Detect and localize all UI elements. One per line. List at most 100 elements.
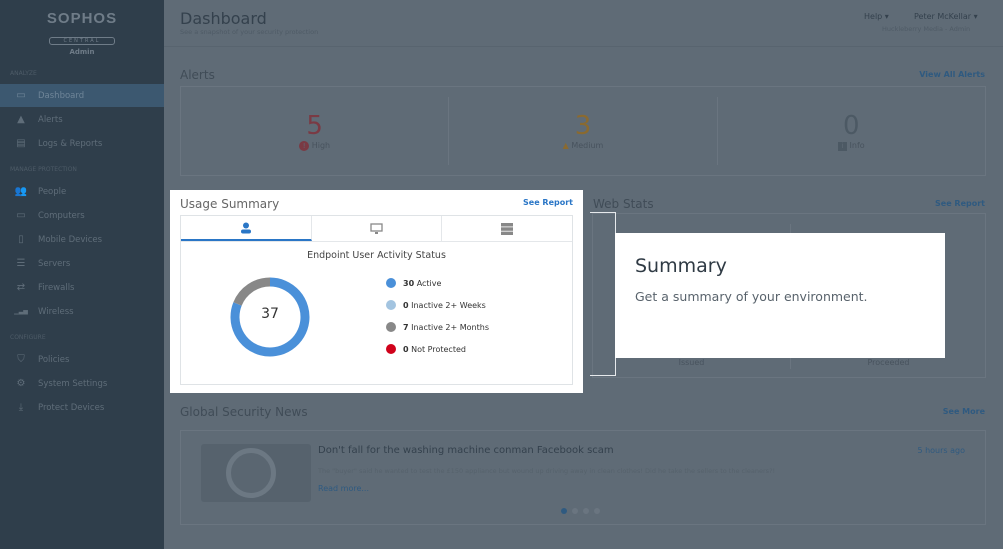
sidebar-item-label: Protect Devices: [38, 402, 105, 413]
legend-count: 0: [403, 344, 409, 354]
web-stat-issued: Issued: [678, 358, 705, 367]
sidebar-item-computers[interactable]: ▭ Computers: [0, 204, 164, 227]
sidebar-item-mobile-devices[interactable]: ▯ Mobile Devices: [0, 228, 164, 251]
alert-high[interactable]: 5! High: [181, 97, 450, 165]
tooltip-text: Get a summary of your environment.: [635, 289, 868, 304]
sidebar-item-label: People: [38, 186, 67, 197]
user-icon: [240, 222, 251, 233]
sidebar-item-system-settings[interactable]: ⚙ System Settings: [0, 372, 164, 395]
warning-icon: ▲: [562, 141, 569, 150]
usage-tabs: [181, 216, 572, 242]
sidebar: SOPHOS CENTRAL Admin ANALYZE ▭ Dashboard ▲ A…: [0, 0, 164, 549]
web-stats-see-report-link[interactable]: See Report: [935, 199, 985, 208]
summary-tooltip: Summary Get a summary of your environmen…: [615, 233, 945, 358]
legend-count: 0: [403, 300, 409, 310]
people-icon: 👥: [14, 186, 28, 197]
news-panel: Don't fall for the washing machine conma…: [180, 430, 986, 525]
error-icon: !: [299, 141, 310, 151]
donut-total-value: 37: [261, 306, 279, 322]
sidebar-item-label: Mobile Devices: [38, 234, 103, 245]
download-icon: ⤓: [18, 402, 24, 413]
org-label: Huckleberry Media - Admin: [882, 25, 971, 33]
sidebar-item-people[interactable]: 👥 People: [0, 180, 164, 203]
chart-legend: 30 Active 0 Inactive 2+ Weeks 7 Inactive 2…: [386, 272, 489, 360]
legend-label: Active: [416, 278, 442, 288]
alert-label: Info: [849, 141, 865, 150]
mobile-icon: ▯: [18, 234, 24, 245]
donut-segment-inactive-2-months[interactable]: [233, 277, 271, 306]
info-icon: i: [837, 142, 847, 151]
alert-count: 0: [843, 111, 860, 141]
sidebar-item-servers[interactable]: ☰ Servers: [0, 252, 164, 275]
web-stats-title: Web Stats: [593, 197, 654, 211]
alert-count: 3: [574, 111, 592, 141]
view-all-alerts-link[interactable]: View All Alerts: [919, 70, 985, 79]
news-headline[interactable]: Don't fall for the washing machine conma…: [318, 445, 614, 456]
help-menu[interactable]: Help ▾: [864, 12, 889, 21]
sophos-logo[interactable]: SOPHOS CENTRAL Admin: [0, 10, 164, 56]
web-stat-proceeded: Proceeded: [867, 358, 910, 367]
warning-icon: ▲: [17, 114, 25, 125]
alert-info[interactable]: 0i Info: [718, 97, 985, 165]
usage-see-report-link[interactable]: See Report: [523, 198, 573, 207]
legend-count: 30: [403, 278, 415, 288]
read-more-link[interactable]: Read more...: [318, 484, 369, 493]
legend-item[interactable]: 7 Inactive 2+ Months: [386, 316, 489, 338]
nav-section-title: CONFIGURE: [10, 334, 46, 341]
sidebar-item-label: Servers: [38, 258, 71, 269]
carousel-dots[interactable]: [561, 508, 600, 514]
usage-summary-spotlight: Usage Summary See Report Endpoint User A…: [170, 190, 583, 393]
tab-computers[interactable]: [312, 216, 443, 241]
alerts-panel: 5! High 3 ▲ Medium 0 i Info: [180, 86, 986, 176]
sidebar-item-label: Firewalls: [38, 282, 75, 293]
see-more-link[interactable]: See More: [943, 407, 985, 416]
legend-item[interactable]: 30 Active: [386, 272, 489, 294]
legend-dot: [386, 278, 396, 288]
sidebar-item-label: System Settings: [38, 378, 108, 389]
sidebar-item-dashboard[interactable]: ▭ Dashboard: [0, 84, 164, 107]
legend-item[interactable]: 0 Not Protected: [386, 338, 489, 360]
sidebar-item-label: Policies: [38, 354, 70, 365]
logo-text: SOPHOS: [46, 10, 118, 27]
report-icon: ▤: [16, 138, 26, 149]
legend-label: Not Protected: [411, 344, 466, 354]
server-icon: ☰: [16, 258, 26, 269]
news-image: [201, 444, 311, 502]
sidebar-item-label: Logs & Reports: [38, 138, 103, 149]
logo-subtext: CENTRAL: [49, 37, 115, 45]
computer-icon: ▭: [16, 210, 26, 221]
tab-servers[interactable]: [442, 216, 572, 241]
alert-label: Medium: [571, 141, 604, 150]
sidebar-item-alerts[interactable]: ▲ Alerts: [0, 108, 164, 131]
shield-icon: ⛉: [17, 354, 25, 365]
alert-count: 5: [306, 111, 323, 141]
sidebar-item-logs-reports[interactable]: ▤ Logs & Reports: [0, 132, 164, 155]
wireless-icon: ▁▃▅: [14, 308, 28, 315]
news-summary: The "buyer" said he wanted to test the £…: [318, 467, 776, 475]
tab-users[interactable]: [181, 216, 312, 241]
legend-label: Inactive 2+ Weeks: [411, 300, 486, 310]
legend-label: Inactive 2+ Months: [411, 322, 489, 332]
sidebar-item-protect-devices[interactable]: ⤓ Protect Devices: [0, 396, 164, 419]
alert-medium[interactable]: 3 ▲ Medium: [449, 97, 718, 165]
sidebar-item-policies[interactable]: ⛉ Policies: [0, 348, 164, 371]
header-divider: [164, 46, 1003, 47]
news-time: 5 hours ago: [917, 446, 965, 455]
sidebar-item-label: Dashboard: [38, 90, 85, 101]
usage-summary-title: Usage Summary: [180, 197, 280, 211]
legend-item[interactable]: 0 Inactive 2+ Weeks: [386, 294, 489, 316]
role-label: Admin: [69, 48, 95, 56]
page-title: Dashboard: [180, 9, 267, 28]
legend-count: 7: [403, 322, 409, 332]
chart-title: Endpoint User Activity Status: [307, 250, 446, 261]
alert-label: High: [311, 141, 331, 150]
computer-icon: [370, 222, 383, 234]
sidebar-item-firewalls[interactable]: ⇄ Firewalls: [0, 276, 164, 299]
nav-section-title: ANALYZE: [10, 70, 37, 77]
news-title: Global Security News: [180, 405, 308, 419]
tooltip-bracket: [590, 212, 616, 376]
sidebar-item-wireless[interactable]: ▁▃▅ Wireless: [0, 300, 164, 323]
server-icon: [501, 222, 514, 235]
user-menu[interactable]: Peter McKellar ▾: [914, 12, 978, 21]
page-subtitle: See a snapshot of your security protecti…: [180, 28, 319, 36]
